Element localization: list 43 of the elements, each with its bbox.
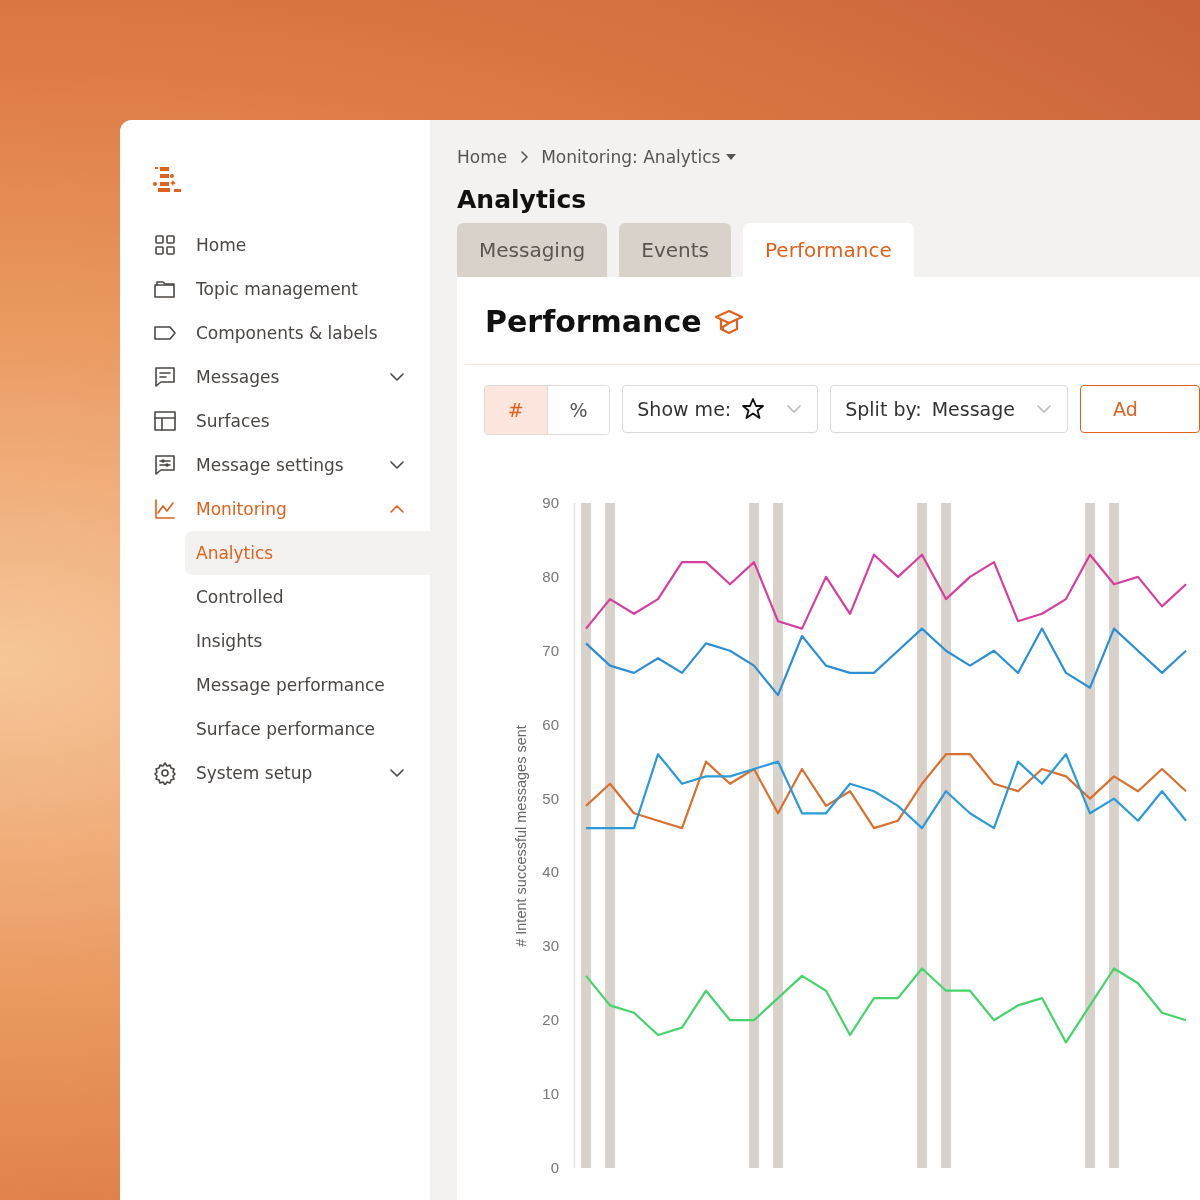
star-icon <box>741 397 766 421</box>
tick-label: 70 <box>542 641 559 659</box>
chat-settings-icon <box>153 453 177 477</box>
grid-icon <box>153 233 177 257</box>
gear-icon <box>153 761 177 785</box>
show-me-dropdown[interactable]: Show me: <box>622 385 819 433</box>
tick-label: 10 <box>542 1085 559 1103</box>
tab[interactable]: Performance <box>743 223 914 277</box>
page-title: Analytics <box>457 185 588 214</box>
axis-title: # Intent successful messages sent <box>513 725 529 947</box>
add-button[interactable]: Ad <box>1080 385 1200 433</box>
tick-label: 30 <box>542 937 559 955</box>
tick-label: 20 <box>542 1011 559 1029</box>
sidebar-item[interactable]: Home <box>120 223 430 267</box>
tick-label: 40 <box>542 863 559 881</box>
graduation-cap-icon <box>713 307 744 336</box>
split-by-dropdown[interactable]: Split by: Message <box>830 385 1068 433</box>
tick-label: 0 <box>550 1159 559 1176</box>
breadcrumb-link[interactable]: Home <box>457 147 508 167</box>
tick-label: 80 <box>542 567 559 585</box>
sidebar-item[interactable]: System setup <box>120 751 430 795</box>
panel-title: Performance <box>485 304 702 339</box>
line-chart-icon <box>153 497 177 521</box>
sidebar-item[interactable]: Monitoring <box>120 487 430 531</box>
sidebar-item[interactable]: Message settings <box>120 443 430 487</box>
sidebar-item[interactable]: Components & labels <box>120 311 430 355</box>
tab[interactable]: Messaging <box>457 223 608 277</box>
caret-icon <box>726 154 737 160</box>
breadcrumb-link[interactable]: Monitoring: Analytics <box>541 147 721 167</box>
sidebar-subitem[interactable]: Insights <box>185 619 430 663</box>
sidebar-subitem[interactable]: Controlled <box>185 575 430 619</box>
sidebar-subitem[interactable]: Surface performance <box>185 707 430 751</box>
layout-icon <box>153 409 177 433</box>
tab[interactable]: Events <box>619 223 731 277</box>
tick-label: 60 <box>542 715 559 733</box>
sidebar-subitem[interactable]: Message performance <box>185 663 430 707</box>
chat-icon <box>153 365 177 389</box>
tick-label: 90 <box>542 494 559 511</box>
sidebar-item[interactable]: Messages <box>120 355 430 399</box>
sidebar-item[interactable]: Surfaces <box>120 399 430 443</box>
logo-icon <box>152 166 184 194</box>
tick-label: 50 <box>542 789 559 807</box>
sidebar-item[interactable]: Topic management <box>120 267 430 311</box>
